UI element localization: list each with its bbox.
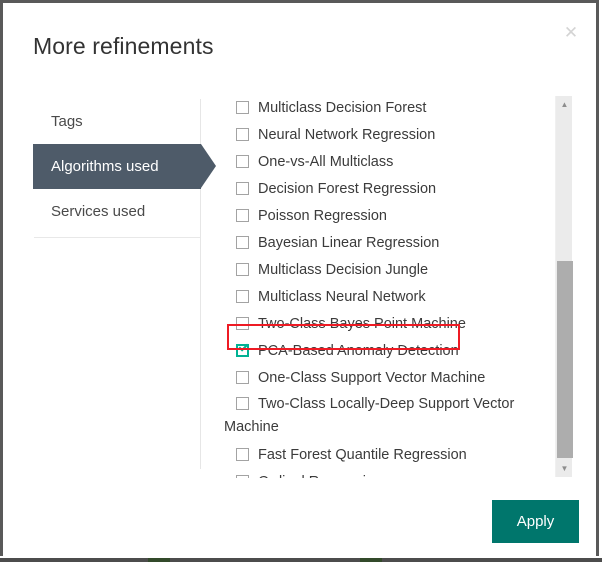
close-glyph: ✕ bbox=[563, 22, 579, 42]
algorithm-label-text: Two-Class Locally-Deep Support Vector Ma… bbox=[225, 396, 515, 435]
tab-label: Services used bbox=[51, 203, 146, 220]
close-icon[interactable]: ✕ bbox=[556, 17, 586, 47]
checkbox-unchecked-icon[interactable] bbox=[236, 448, 249, 461]
scrollbar-thumb[interactable] bbox=[557, 261, 573, 458]
checkbox-unchecked-icon[interactable] bbox=[236, 209, 249, 222]
algorithm-label: One-Class Support Vector Machine bbox=[258, 370, 486, 386]
page-title: More refinements bbox=[33, 33, 214, 59]
background-strip bbox=[0, 558, 602, 562]
refinement-tab-rail: Tags Algorithms used Services used bbox=[3, 99, 216, 469]
algorithm-checkbox-row[interactable]: Multiclass Neural Network bbox=[225, 285, 555, 310]
rail-divider bbox=[34, 237, 200, 238]
checkbox-unchecked-icon[interactable] bbox=[236, 101, 249, 114]
background-decoration bbox=[148, 558, 170, 562]
scroll-up-glyph: ▲ bbox=[560, 99, 569, 109]
background-decoration bbox=[360, 558, 382, 562]
tab-algorithms-used[interactable]: Algorithms used bbox=[33, 144, 216, 189]
algorithm-label: PCA-Based Anomaly Detection bbox=[258, 343, 459, 359]
checkbox-unchecked-icon[interactable] bbox=[236, 236, 249, 249]
algorithm-label: Multiclass Decision Jungle bbox=[258, 262, 429, 278]
algorithm-checkbox-row[interactable]: Fast Forest Quantile Regression bbox=[225, 443, 555, 468]
algorithm-checkbox-row[interactable]: Multiclass Decision Forest bbox=[225, 96, 555, 121]
checkmark-icon bbox=[238, 341, 249, 352]
algorithm-label: Neural Network Regression bbox=[258, 127, 436, 143]
algorithm-label: Poisson Regression bbox=[258, 208, 387, 224]
checkbox-checked-icon[interactable] bbox=[236, 341, 249, 357]
scroll-down-glyph: ▼ bbox=[560, 463, 569, 473]
algorithm-label: Two-Class Locally-Deep Support Vector Ma… bbox=[225, 393, 528, 439]
algorithm-label: Fast Forest Quantile Regression bbox=[258, 447, 467, 463]
algorithm-checkbox-row[interactable]: One-vs-All Multiclass bbox=[225, 150, 555, 175]
checkbox-unchecked-icon[interactable] bbox=[236, 371, 249, 384]
checkbox-unchecked-icon[interactable] bbox=[236, 290, 249, 303]
algorithm-label: Bayesian Linear Regression bbox=[258, 235, 440, 251]
tab-pointer-arrow bbox=[201, 144, 216, 188]
tab-label: Tags bbox=[51, 113, 83, 130]
algorithm-checkbox-row[interactable]: Ordinal Regression bbox=[225, 470, 555, 478]
algorithm-checkbox-row[interactable]: Multiclass Decision Jungle bbox=[225, 258, 555, 283]
algorithm-checkbox-list[interactable]: Multiclass Decision Forest Neural Network… bbox=[225, 96, 555, 478]
list-scrollbar[interactable]: ▲ ▼ bbox=[555, 96, 573, 477]
apply-button[interactable]: Apply bbox=[492, 500, 579, 543]
algorithm-checkbox-row[interactable]: Two-Class Bayes Point Machine bbox=[225, 312, 555, 337]
checkbox-unchecked-icon[interactable] bbox=[236, 263, 249, 276]
algorithm-label: Multiclass Decision Forest bbox=[258, 100, 427, 116]
scroll-down-arrow-icon[interactable]: ▼ bbox=[556, 460, 573, 477]
algorithm-checkbox-row[interactable]: Decision Forest Regression bbox=[225, 177, 555, 202]
more-refinements-dialog: ✕ More refinements Tags Algorithms used … bbox=[0, 0, 599, 556]
algorithm-checkbox-row[interactable]: PCA-Based Anomaly Detection bbox=[225, 339, 555, 364]
checkbox-unchecked-icon[interactable] bbox=[236, 128, 249, 141]
tab-tags[interactable]: Tags bbox=[3, 99, 200, 144]
checkbox-unchecked-icon[interactable] bbox=[236, 397, 249, 410]
algorithm-label: One-vs-All Multiclass bbox=[258, 154, 394, 170]
checkbox-unchecked-icon[interactable] bbox=[236, 155, 249, 168]
tab-label: Algorithms used bbox=[51, 158, 159, 175]
algorithm-checkbox-row[interactable]: Neural Network Regression bbox=[225, 123, 555, 148]
algorithm-label: Two-Class Bayes Point Machine bbox=[258, 316, 466, 332]
tab-services-used[interactable]: Services used bbox=[3, 189, 200, 234]
algorithm-label: Decision Forest Regression bbox=[258, 181, 437, 197]
checkbox-unchecked-icon[interactable] bbox=[236, 475, 249, 478]
algorithm-checkbox-row[interactable]: Poisson Regression bbox=[225, 204, 555, 229]
algorithm-label: Multiclass Neural Network bbox=[258, 289, 426, 305]
checkbox-unchecked-icon[interactable] bbox=[236, 182, 249, 195]
algorithm-checkbox-row[interactable]: One-Class Support Vector Machine bbox=[225, 366, 555, 391]
algorithm-checkbox-row[interactable]: Two-Class Locally-Deep Support Vector Ma… bbox=[225, 393, 555, 441]
page-root: ✕ More refinements Tags Algorithms used … bbox=[0, 0, 602, 562]
scroll-up-arrow-icon[interactable]: ▲ bbox=[556, 96, 573, 113]
algorithm-checkbox-row[interactable]: Bayesian Linear Regression bbox=[225, 231, 555, 256]
checkbox-unchecked-icon[interactable] bbox=[236, 317, 249, 330]
algorithm-label: Ordinal Regression bbox=[258, 470, 386, 478]
